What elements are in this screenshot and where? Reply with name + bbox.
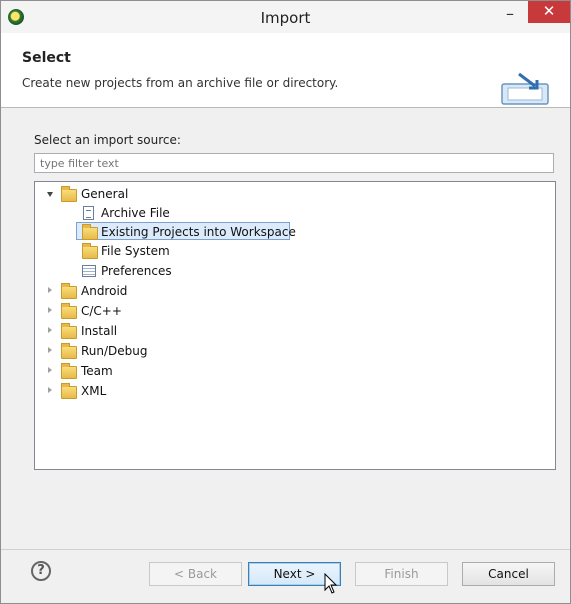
folder-icon xyxy=(61,363,77,379)
minimize-button[interactable]: – xyxy=(498,6,522,25)
tree-item-team[interactable]: Team xyxy=(35,362,555,380)
expand-toggle-icon[interactable] xyxy=(48,307,52,313)
tree-item-preferences[interactable]: Preferences xyxy=(35,262,555,280)
close-button[interactable]: ✕ xyxy=(528,1,570,23)
project-folder-icon xyxy=(82,224,98,240)
expand-toggle-icon[interactable] xyxy=(48,367,52,373)
folder-icon xyxy=(61,283,77,299)
folder-icon xyxy=(61,186,77,202)
archive-file-icon xyxy=(83,206,94,220)
folder-icon xyxy=(61,303,77,319)
expand-toggle-icon[interactable] xyxy=(48,287,52,293)
tree-item-existing-projects[interactable]: Existing Projects into Workspace xyxy=(35,223,555,241)
title-bar[interactable]: Import – ✕ xyxy=(1,1,570,33)
help-icon: ? xyxy=(37,563,45,578)
tree-item-label: Preferences xyxy=(101,264,172,278)
expand-toggle-icon[interactable] xyxy=(48,327,52,333)
tree-item-label: General xyxy=(81,187,129,201)
import-banner-icon xyxy=(501,72,549,105)
tree-item-archive-file[interactable]: Archive File xyxy=(35,204,555,222)
tree-item-label: Team xyxy=(81,364,113,378)
window-title: Import xyxy=(260,9,311,27)
tree-item-label: Run/Debug xyxy=(81,344,148,358)
mouse-pointer-icon xyxy=(324,573,338,594)
tree-item-label: Existing Projects into Workspace xyxy=(101,225,296,239)
tree-item-label: XML xyxy=(81,384,107,398)
tree-item-label: File System xyxy=(101,244,170,258)
folder-icon xyxy=(61,343,77,359)
tree-item-android[interactable]: Android xyxy=(35,282,555,300)
help-button[interactable]: ? xyxy=(31,561,51,581)
tree-item-install[interactable]: Install xyxy=(35,322,555,340)
back-button[interactable]: < Back xyxy=(149,562,242,586)
folder-icon xyxy=(61,383,77,399)
page-title: Select xyxy=(22,50,71,66)
expand-toggle-icon[interactable] xyxy=(47,192,53,197)
expand-toggle-icon[interactable] xyxy=(48,387,52,393)
folder-icon xyxy=(61,323,77,339)
preferences-icon xyxy=(82,265,96,277)
import-source-label: Select an import source: xyxy=(34,133,181,147)
folder-icon xyxy=(82,243,98,259)
import-dialog: Import – ✕ Select Create new projects fr… xyxy=(0,0,571,604)
tree-item-xml[interactable]: XML xyxy=(35,382,555,400)
wizard-header: Select Create new projects from an archi… xyxy=(1,33,570,108)
close-icon: ✕ xyxy=(542,2,556,20)
tree-item-file-system[interactable]: File System xyxy=(35,242,555,260)
tree-item-run-debug[interactable]: Run/Debug xyxy=(35,342,555,360)
expand-toggle-icon[interactable] xyxy=(48,347,52,353)
finish-button[interactable]: Finish xyxy=(355,562,448,586)
tree-item-label: Archive File xyxy=(101,206,170,220)
tree-item-label: Android xyxy=(81,284,128,298)
import-source-tree[interactable]: General Archive File Existing Projects i… xyxy=(34,181,556,470)
page-description: Create new projects from an archive file… xyxy=(22,76,339,90)
cancel-button[interactable]: Cancel xyxy=(462,562,555,586)
footer-separator xyxy=(1,549,570,550)
tree-item-label: C/C++ xyxy=(81,304,122,318)
tree-item-general[interactable]: General xyxy=(35,185,555,203)
tree-item-label: Install xyxy=(81,324,118,338)
tree-item-c-cpp[interactable]: C/C++ xyxy=(35,302,555,320)
filter-input[interactable] xyxy=(34,153,554,173)
